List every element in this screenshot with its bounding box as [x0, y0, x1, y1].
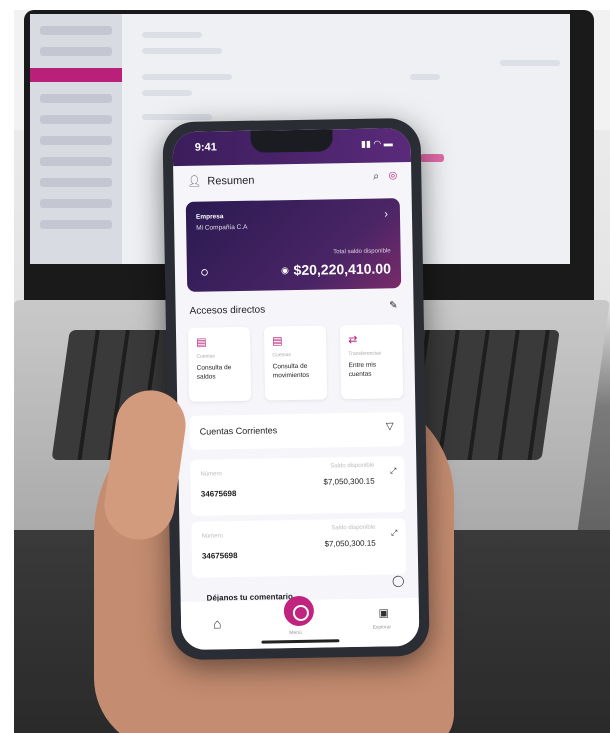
home-icon[interactable]: ⌂ [213, 615, 222, 631]
shortcut-consulta-saldos[interactable]: ▤ Cuentas Consulta de saldos [187, 326, 252, 402]
notch [250, 129, 333, 153]
account-balance-label: Saldo disponible [331, 524, 376, 532]
laptop-accent [420, 154, 444, 162]
chevron-right-icon[interactable]: › [384, 208, 388, 220]
chart-icon[interactable]: ▣ [378, 606, 389, 619]
home-indicator [261, 639, 340, 644]
menu-button[interactable] [283, 595, 315, 627]
pencil-icon[interactable]: ✎ [389, 300, 398, 311]
explore-label: Explorar [372, 624, 392, 631]
account-number: 34675698 [201, 551, 238, 561]
accounts-title: Cuentas Corrientes [199, 425, 278, 437]
balance-card[interactable]: Empresa Mi Compañía C.A › Total saldo di… [185, 198, 402, 292]
search-icon[interactable]: ⌕ [373, 171, 379, 184]
clock: 9:41 [194, 141, 217, 154]
shortcut-consulta-movimientos[interactable]: ▤ Cuentas Consulta de movimientos [263, 325, 328, 401]
chat-icon[interactable]: ◯ [392, 574, 405, 587]
document-icon: ▤ [196, 336, 207, 349]
account-balance: $7,050,300.15 [323, 476, 375, 487]
bell-icon[interactable]: ◎ [388, 170, 397, 181]
company-label: Empresa [195, 213, 224, 221]
top-bar: 👤︎ Resumen ⌕ ◎ [173, 162, 412, 198]
shortcut-label: Consulta de saldos [196, 364, 232, 381]
support-icon[interactable]: ⭘ [201, 268, 208, 279]
account-balance-label: Saldo disponible [330, 462, 375, 470]
menu-label: Menú [289, 629, 302, 637]
transfer-icon: ⇄ [348, 333, 358, 347]
page-title: Resumen [207, 174, 255, 188]
shortcut-category: Transferencias [348, 350, 382, 358]
expand-icon[interactable]: ⤢ [390, 466, 397, 476]
total-balance: $20,220,410.00 [293, 260, 392, 279]
phone-screen: 9:41 ▮▮ ◠ ▬ 👤︎ Resumen ⌕ ◎ Empresa Mi Co… [172, 127, 420, 651]
shortcut-category: Cuentas [272, 352, 292, 359]
expand-icon[interactable]: ⤢ [391, 528, 398, 538]
account-number-label: Número [200, 471, 222, 478]
account-number-label: Número [201, 533, 223, 540]
phone: 9:41 ▮▮ ◠ ▬ 👤︎ Resumen ⌕ ◎ Empresa Mi Co… [162, 117, 430, 661]
account-balance: $7,050,300.15 [324, 538, 376, 549]
shortcut-category: Cuentas [196, 353, 216, 360]
balance-label: Total saldo disponible [333, 248, 391, 256]
user-icon[interactable]: 👤︎ [187, 175, 201, 188]
bottom-nav: ⌂ Menú ▣ Explorar [180, 595, 420, 651]
photo-background: 9:41 ▮▮ ◠ ▬ 👤︎ Resumen ⌕ ◎ Empresa Mi Co… [14, 10, 610, 733]
shortcut-label: Consulta de movimientos [272, 362, 310, 380]
signal-icons: ▮▮ ◠ ▬ [360, 138, 393, 149]
account-row[interactable]: Número 34675698 Saldo disponible $7,050,… [191, 518, 407, 578]
account-number: 34675698 [200, 489, 237, 499]
accounts-header[interactable]: Cuentas Corrientes ▽ [189, 412, 405, 450]
shortcut-label: Entre mis cuentas [348, 361, 377, 379]
laptop-sidebar [30, 14, 122, 264]
document-icon: ▤ [272, 335, 283, 348]
shortcuts-title: Accesos directos [189, 304, 266, 317]
eye-icon[interactable]: ◉ [281, 265, 289, 276]
filter-icon[interactable]: ▽ [386, 421, 394, 432]
shortcut-entre-mis-cuentas[interactable]: ⇄ Transferencias Entre mis cuentas [339, 324, 404, 400]
account-row[interactable]: Número 34675698 Saldo disponible $7,050,… [190, 456, 406, 516]
company-name: Mi Compañía C.A [196, 223, 248, 232]
